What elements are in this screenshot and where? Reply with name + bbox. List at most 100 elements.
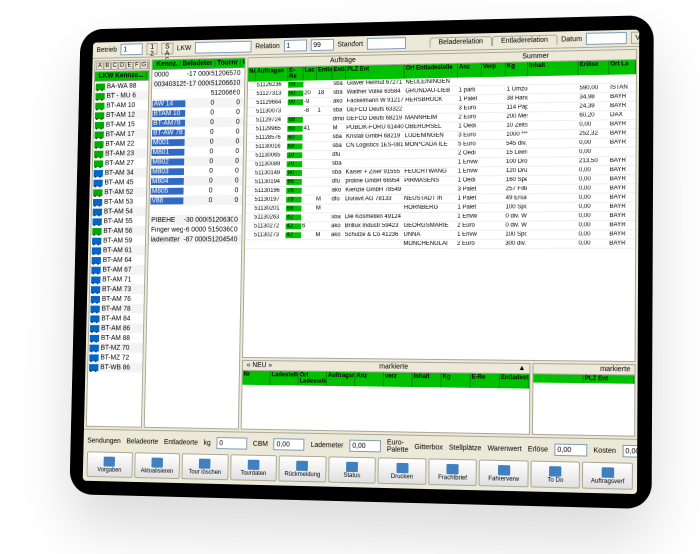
relation-to-field[interactable] (310, 39, 333, 51)
orders-col-header[interactable]: Anz (458, 63, 482, 77)
kennz-row[interactable]: Finger weg Gr-6 0000515036080 (149, 225, 242, 235)
mid-col-header[interactable]: Beladeter (181, 60, 216, 68)
footer-tourlschen-button[interactable]: Tour löschen (182, 453, 229, 480)
warenwert-label: Warenwert (487, 445, 521, 453)
lkw-list-item[interactable]: BT-MZ 72 (88, 352, 142, 362)
lkw-list-item[interactable]: BT-AM 52 (92, 187, 146, 197)
nav-sas-button[interactable]: S A S (161, 43, 173, 55)
footer-rckmeldung-button[interactable]: Rückmeldung (279, 455, 327, 482)
stellplaetze-label: Stellplätze (449, 444, 482, 452)
truck-icon (90, 315, 99, 322)
lkw-list-item[interactable]: BT-AM 59 (91, 236, 145, 246)
standort-field[interactable] (367, 37, 406, 50)
erloese-field[interactable] (554, 444, 587, 457)
lower-col-header[interactable]: Anz (355, 372, 384, 386)
footer-status-button[interactable]: Status (328, 456, 376, 483)
kennz-row[interactable]: PIBEHE-30 0000512063090 (149, 215, 242, 225)
orders-col-header[interactable]: Verp (482, 63, 506, 77)
mid-col-header[interactable]: Tournr (215, 59, 241, 66)
lkw-list-item[interactable]: BT-AM 73 (90, 284, 144, 294)
truck-icon (92, 228, 101, 235)
lower-col-header[interactable]: E-Re (471, 374, 500, 389)
lkw-list-item[interactable]: BT-AM 45 (92, 177, 146, 187)
orders-col-header[interactable]: Auftragsn (256, 67, 289, 81)
lkw-item-text: BT-AM 10 (106, 102, 135, 109)
mid-col-header[interactable]: km (241, 59, 246, 66)
kennz-row[interactable]: M80500 (150, 185, 242, 195)
lkw-list-item[interactable]: BT-AM 78 (89, 304, 143, 314)
filter-letters[interactable]: ABCDEFGH (96, 61, 150, 70)
orders-col-header[interactable]: PLZ Ent (346, 65, 405, 80)
kennz-row[interactable]: V8800 (150, 195, 243, 205)
cbm-label: CBM (253, 440, 268, 447)
lkw-list-item[interactable]: BT-AM 27 (93, 158, 147, 168)
kennz-row[interactable] (149, 205, 242, 215)
kosten-field[interactable] (622, 445, 639, 458)
orders-col-header[interactable]: Ort Entladestelle (405, 64, 458, 79)
lkw-field[interactable] (195, 41, 252, 54)
tab-entladerelation[interactable]: Entladerelation (492, 35, 557, 46)
lower-col-header[interactable]: Ort Ladestelle (298, 372, 326, 386)
lower-col-header[interactable]: verz (384, 373, 413, 388)
order-row[interactable]: MÖNCHENGLAI2 Euro300 div. Waren0,00BAYR (245, 239, 635, 249)
lkw-list-item[interactable]: BT-AM 56 (91, 226, 145, 236)
truck-icon (89, 354, 98, 361)
footer-vorgaben-button[interactable]: Vorgaben (87, 451, 133, 478)
mark1-label[interactable]: markierte (379, 363, 408, 370)
lkw-list-item[interactable]: BT-AM 67 (90, 265, 144, 275)
mark2-label[interactable]: markierte (600, 366, 630, 374)
vorholung-button[interactable]: Vorholung (631, 31, 639, 44)
lower-col-header[interactable]: Ladestelle (270, 371, 298, 385)
lower-col-header[interactable]: Entladestelle (500, 374, 530, 389)
nav-12-button[interactable]: 1 2 (146, 43, 157, 55)
lkw-list-item[interactable]: BT-AM 86 (89, 323, 143, 333)
orders-col-header[interactable]: Entladestelle (332, 66, 346, 80)
mid-col-header[interactable]: Kennz. (154, 61, 180, 68)
lower-col-header[interactable]: Inhalt (412, 373, 441, 388)
lower-col-header[interactable]: Nr (243, 371, 271, 385)
relation-from-field[interactable] (283, 39, 306, 51)
orders-col-header[interactable]: Lac (303, 67, 317, 81)
lkw-list-item[interactable]: BT-AM 84 (89, 313, 143, 323)
datum-field[interactable] (586, 32, 627, 45)
orders-col-header[interactable]: E-Re (288, 67, 304, 81)
orders-col-header[interactable]: Erlöse (579, 61, 610, 76)
orders-col-header[interactable]: Ort La (609, 60, 636, 75)
footer-fahrerverw-button[interactable]: Fahrerverw (479, 459, 529, 487)
gitterbox-label: Gitterbox (414, 443, 442, 451)
kg-field[interactable] (216, 437, 247, 450)
collapse-icon[interactable]: ▲ (518, 365, 525, 372)
lkw-list-item[interactable]: BT-AM 61 (91, 245, 145, 255)
lkw-list-item[interactable]: BT-MZ 70 (89, 343, 143, 353)
truck-icon (93, 179, 102, 186)
footer-aktualisieren-button[interactable]: Aktualisieren (134, 452, 180, 479)
lkw-list-item[interactable]: BT-AM 53 (92, 197, 146, 207)
lkw-item-text: BT-AM 15 (106, 121, 135, 128)
lkw-list-item[interactable]: BT-AM 34 (93, 168, 147, 178)
lkw-list-item[interactable]: BT-AM 54 (92, 206, 146, 216)
footer-drucken-button[interactable]: Drucken (378, 457, 427, 485)
footer-frachtbrief-button[interactable]: Frachtbrief (428, 458, 477, 486)
lkw-list-item[interactable]: BT-AM 23 (93, 148, 147, 158)
lkw-list-item[interactable]: BT-AM 76 (90, 294, 144, 304)
orders-col-header[interactable]: Inhalt (528, 61, 579, 76)
footer-todo-button[interactable]: To Do (530, 461, 580, 489)
tab-beladerelation[interactable]: Beladerelation (430, 36, 492, 47)
cbm-field[interactable] (274, 438, 305, 451)
lkw-list-item[interactable]: BT-AM 88 (89, 333, 143, 343)
lkw-list-item[interactable]: BT-AM 55 (92, 216, 146, 226)
lkw-list-item[interactable]: BT-WB 86 (88, 362, 142, 372)
footer-tourdaten-button[interactable]: Tourdaten (230, 454, 277, 481)
kennz-row[interactable]: lademitter-87 0000512045420 (149, 234, 242, 244)
orders-col-header[interactable]: Entla (317, 66, 333, 80)
betrieb-field[interactable] (121, 43, 143, 55)
orders-col-header[interactable]: Kg (506, 62, 528, 76)
neu-label[interactable]: « NEU » (247, 362, 273, 369)
lower-col-header[interactable]: Kg (441, 373, 470, 388)
toolbar-icon (248, 459, 260, 469)
lkw-list-item[interactable]: BT-AM 71 (90, 275, 144, 285)
lademeter-field[interactable] (349, 440, 381, 453)
lower-col-header[interactable]: Auftragsn (327, 372, 356, 386)
footer-auftragsverf-button[interactable]: Auftragsverf (582, 462, 633, 490)
lkw-list-item[interactable]: BT-AM 64 (91, 255, 145, 265)
